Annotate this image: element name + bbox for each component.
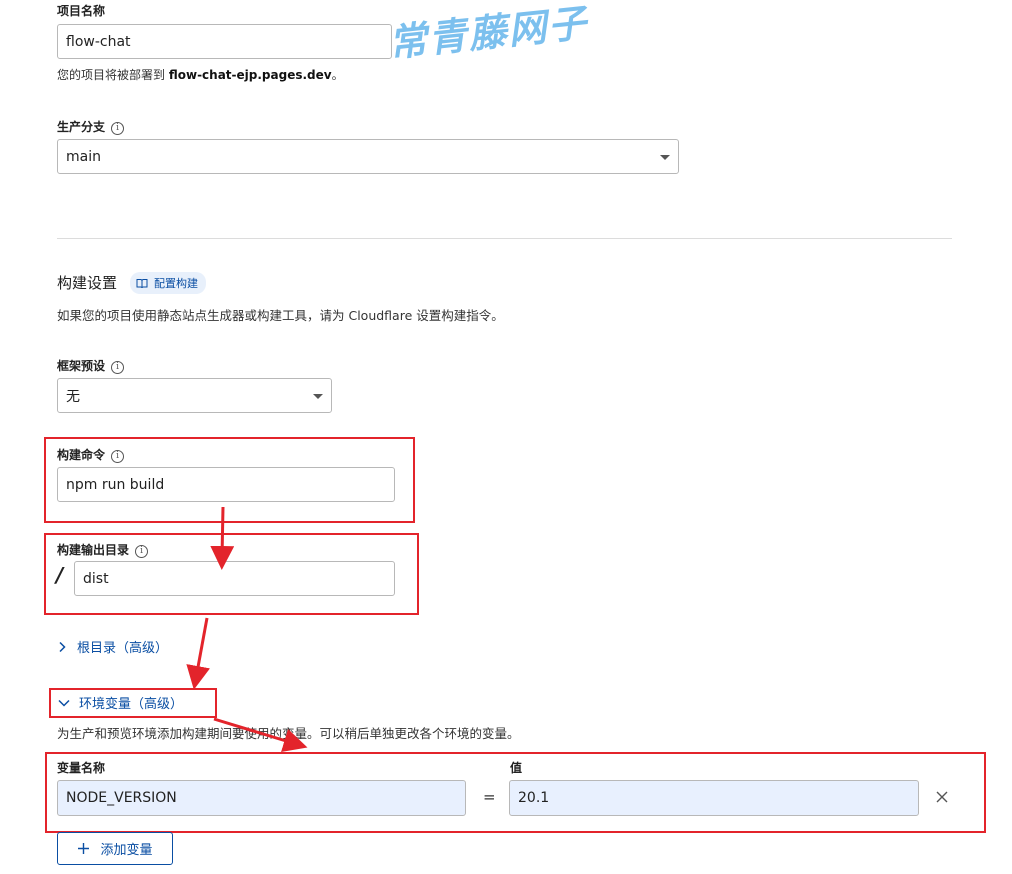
arrow-env-to-variables: [213, 717, 308, 752]
arrow-output-to-env: [186, 617, 210, 690]
annotation-arrows: [186, 506, 308, 752]
arrow-command-to-output: [210, 506, 235, 570]
